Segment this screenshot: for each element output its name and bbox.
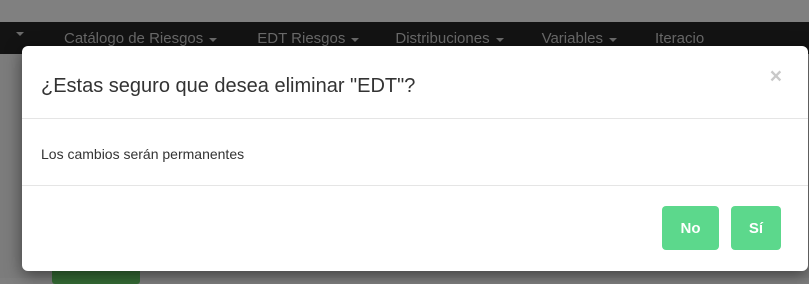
modal-message: Los cambios serán permanentes xyxy=(41,146,245,162)
chevron-down-icon xyxy=(209,38,218,42)
chevron-down-icon xyxy=(609,38,617,42)
chevron-down-icon xyxy=(16,32,24,36)
chevron-down-icon xyxy=(495,38,504,42)
modal-footer: No Sí xyxy=(22,186,808,271)
page-top-strip xyxy=(0,0,809,22)
modal-header: ¿Estas seguro que desea eliminar "EDT"? … xyxy=(22,46,808,119)
modal-title: ¿Estas seguro que desea eliminar "EDT"? xyxy=(41,75,416,97)
close-icon[interactable]: × xyxy=(770,66,782,87)
no-button[interactable]: No xyxy=(662,206,719,250)
chevron-down-icon xyxy=(351,38,360,42)
modal-body: Los cambios serán permanentes xyxy=(22,119,808,186)
yes-button[interactable]: Sí xyxy=(731,206,781,250)
confirm-delete-modal: ¿Estas seguro que desea eliminar "EDT"? … xyxy=(22,46,808,271)
